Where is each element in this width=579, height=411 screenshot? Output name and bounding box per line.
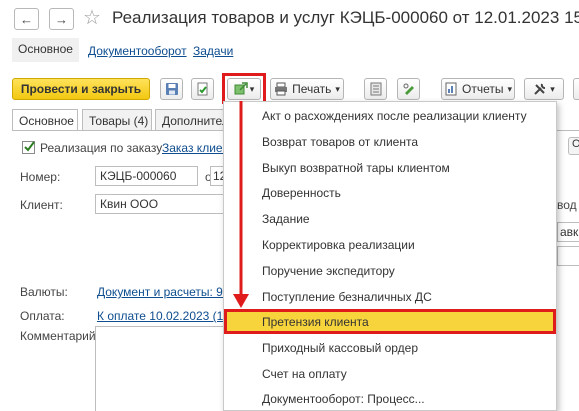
annotation-arrow (233, 101, 249, 308)
